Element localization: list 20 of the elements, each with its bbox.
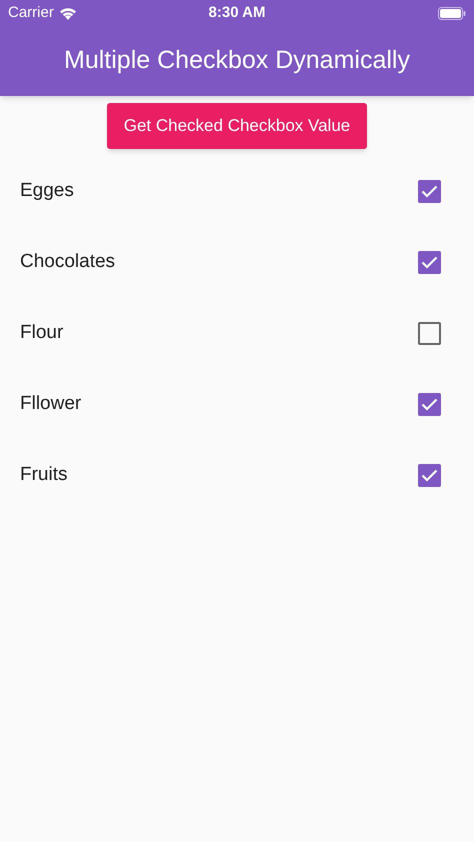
check-icon [421,398,438,411]
checkbox[interactable] [418,393,441,416]
carrier-label: Carrier [8,2,54,23]
get-checked-button[interactable]: Get Checked Checkbox Value [106,103,368,149]
item-label: Chocolates [20,250,116,274]
checkbox[interactable] [418,251,441,274]
check-icon [421,469,438,482]
item-label: Egges [20,179,74,204]
item-label: Flour [20,321,64,346]
checkbox[interactable] [418,464,441,487]
app-title: Multiple Checkbox Dynamically [64,45,410,76]
check-icon [421,185,438,198]
checkbox[interactable] [418,180,441,203]
battery-icon [438,6,466,20]
wifi-icon [58,6,77,20]
item-label: Fllower [20,392,82,416]
check-icon [421,256,438,269]
item-label: Fruits [20,463,68,488]
checkbox[interactable] [418,322,441,345]
clock-time: 8:30 AM [208,2,266,23]
